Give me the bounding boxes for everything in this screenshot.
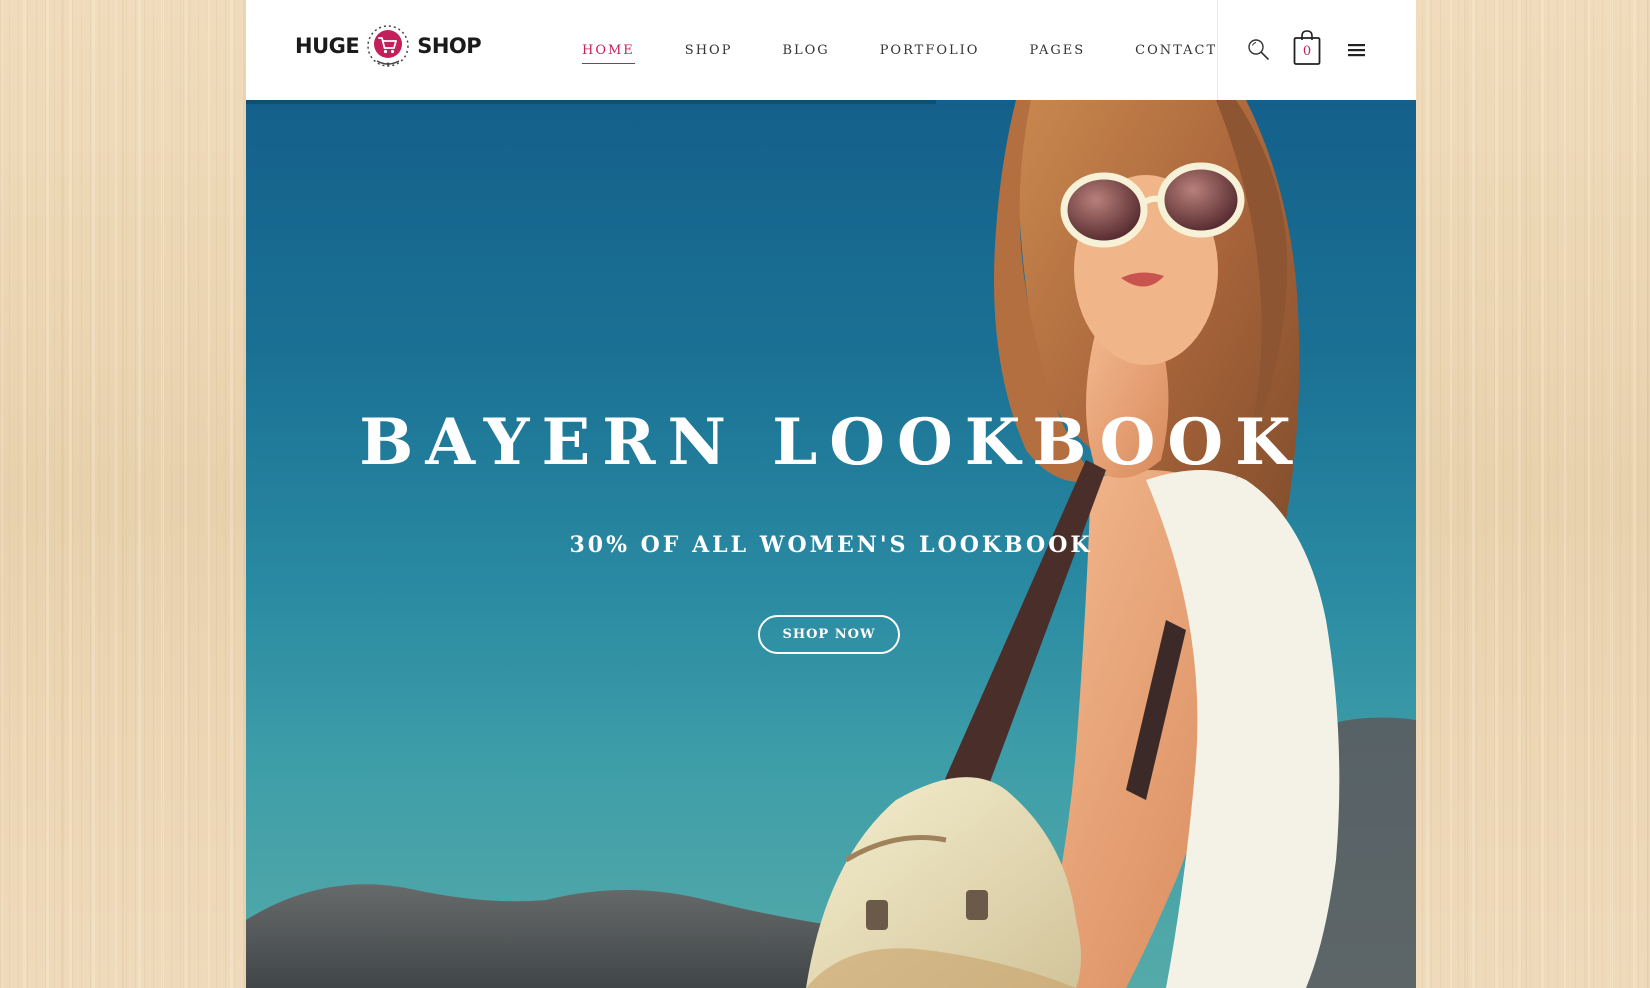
- nav-item-shop[interactable]: SHOP: [685, 37, 733, 64]
- nav-item-portfolio[interactable]: PORTFOLIO: [880, 37, 980, 64]
- search-icon[interactable]: [1246, 37, 1272, 63]
- slider-progress-fill: [246, 100, 937, 104]
- site-logo[interactable]: HUGE SHOP: [295, 23, 482, 69]
- hamburger-menu-icon[interactable]: [1346, 40, 1368, 60]
- site-header: HUGE SHOP HOME SHOP BLOG PORTFOLIO PAGES: [246, 0, 1416, 100]
- hero-title: BAYERN LOOKBOOK: [359, 405, 1303, 480]
- shopping-cart-badge-icon: [365, 23, 411, 69]
- header-divider: [1217, 0, 1218, 100]
- cart-count: 0: [1302, 44, 1312, 59]
- main-navigation: HOME SHOP BLOG PORTFOLIO PAGES CONTACT: [582, 0, 1217, 100]
- nav-item-contact[interactable]: CONTACT: [1135, 37, 1217, 64]
- nav-item-blog[interactable]: BLOG: [782, 37, 829, 64]
- nav-item-home[interactable]: HOME: [582, 37, 635, 64]
- hero-slider: BAYERN LOOKBOOK 30% OF ALL WOMEN'S LOOKB…: [246, 100, 1416, 988]
- hero-subtitle: 30% OF ALL WOMEN'S LOOKBOOK: [569, 532, 1093, 558]
- nav-item-pages[interactable]: PAGES: [1029, 37, 1085, 64]
- shopping-bag-icon[interactable]: 0: [1292, 28, 1322, 68]
- logo-text-right: SHOP: [417, 34, 482, 58]
- shop-now-button[interactable]: SHOP NOW: [758, 615, 900, 654]
- logo-text-left: HUGE: [295, 34, 360, 58]
- page-container: HUGE SHOP HOME SHOP BLOG PORTFOLIO PAGES: [246, 0, 1416, 988]
- slider-progress-bar: [246, 100, 1416, 104]
